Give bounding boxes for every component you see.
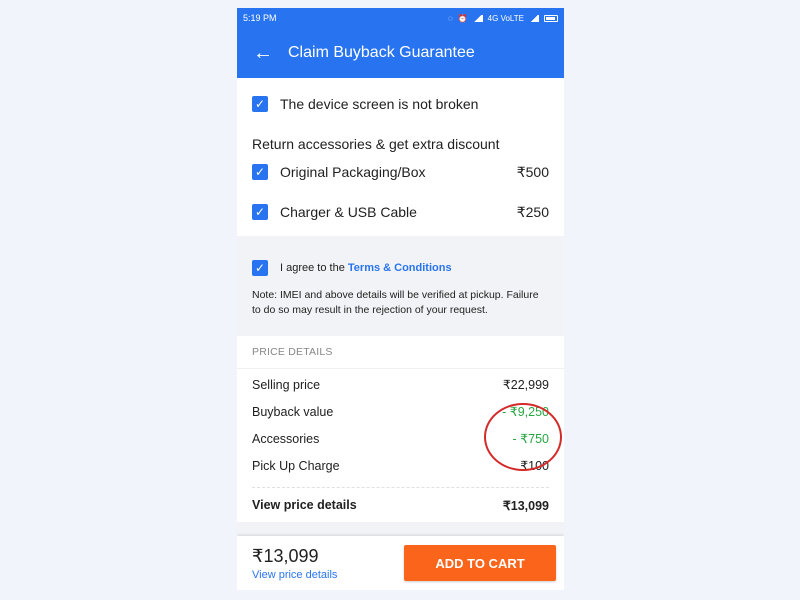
verification-note: Note: IMEI and above details will be ver… bbox=[252, 289, 539, 316]
signal-icon bbox=[472, 14, 483, 22]
price-row: Accessories - ₹750 bbox=[252, 425, 549, 452]
checkbox-checked-icon[interactable]: ✓ bbox=[252, 96, 268, 112]
sync-icon: ◌ bbox=[447, 13, 453, 23]
add-to-cart-button[interactable]: ADD TO CART bbox=[404, 545, 556, 581]
accessory-price: ₹250 bbox=[516, 203, 549, 220]
accessories-heading: Return accessories & get extra discount bbox=[252, 136, 500, 152]
price-value: ₹100 bbox=[520, 459, 549, 473]
total-row: View price details ₹13,099 bbox=[252, 488, 549, 522]
app-bar: ← Claim Buyback Guarantee bbox=[237, 28, 564, 78]
accessory-row-packaging[interactable]: ✓ Original Packaging/Box ₹500 bbox=[252, 152, 549, 192]
price-label: Accessories bbox=[252, 431, 320, 446]
price-details-card: PRICE DETAILS Selling price ₹22,999 Buyb… bbox=[237, 336, 564, 522]
checkbox-checked-icon[interactable]: ✓ bbox=[252, 260, 268, 276]
price-value: - ₹9,250 bbox=[502, 405, 549, 419]
view-price-details-link[interactable]: View price details bbox=[252, 569, 404, 581]
status-time: 5:19 PM bbox=[243, 13, 277, 23]
screen-check-row[interactable]: ✓ The device screen is not broken bbox=[252, 84, 549, 124]
status-bar: 5:19 PM ◌ ⏰ 4G VoLTE bbox=[237, 8, 564, 28]
page-title: Claim Buyback Guarantee bbox=[288, 44, 475, 61]
price-value: ₹22,999 bbox=[502, 378, 549, 392]
terms-link[interactable]: Terms & Conditions bbox=[348, 262, 452, 274]
price-details-heading: PRICE DETAILS bbox=[237, 336, 564, 369]
accessory-label: Original Packaging/Box bbox=[280, 164, 426, 180]
agreement-section: ✓ I agree to the Terms & Conditions Note… bbox=[237, 242, 564, 326]
battery-icon bbox=[544, 14, 558, 22]
footer-total-amount: ₹13,099 bbox=[252, 545, 319, 566]
accessory-price: ₹500 bbox=[516, 163, 549, 180]
accessory-label: Charger & USB Cable bbox=[280, 204, 417, 220]
conditions-card: ✓ The device screen is not broken Return… bbox=[237, 78, 564, 236]
total-label: View price details bbox=[252, 498, 357, 512]
screen-check-label: The device screen is not broken bbox=[280, 96, 479, 112]
alarm-icon: ⏰ bbox=[457, 13, 468, 23]
phone-screen: 5:19 PM ◌ ⏰ 4G VoLTE ← Claim Buyback Gua… bbox=[237, 8, 564, 590]
terms-row[interactable]: ✓ I agree to the Terms & Conditions bbox=[252, 254, 549, 282]
signal-strength-icon bbox=[529, 14, 539, 22]
price-rows: Selling price ₹22,999 Buyback value - ₹9… bbox=[237, 369, 564, 522]
price-row: Buyback value - ₹9,250 bbox=[252, 398, 549, 425]
checkbox-checked-icon[interactable]: ✓ bbox=[252, 164, 268, 180]
terms-text: I agree to the Terms & Conditions bbox=[280, 262, 452, 274]
price-label: Pick Up Charge bbox=[252, 458, 340, 473]
footer-total: ₹13,099 View price details bbox=[252, 546, 404, 581]
price-row: Selling price ₹22,999 bbox=[252, 371, 549, 398]
terms-prefix: I agree to the bbox=[280, 262, 345, 274]
price-row: Pick Up Charge ₹100 bbox=[252, 452, 549, 479]
network-type: 4G VoLTE bbox=[487, 13, 524, 23]
checkbox-checked-icon[interactable]: ✓ bbox=[252, 204, 268, 220]
status-icons: ◌ ⏰ 4G VoLTE bbox=[448, 14, 558, 23]
accessory-row-charger[interactable]: ✓ Charger & USB Cable ₹250 bbox=[252, 192, 549, 232]
total-value: ₹13,099 bbox=[502, 498, 549, 513]
price-label: Selling price bbox=[252, 377, 321, 392]
bottom-bar: ₹13,099 View price details ADD TO CART bbox=[237, 536, 564, 590]
arrow-left-icon[interactable]: ← bbox=[253, 43, 273, 63]
price-value: - ₹750 bbox=[512, 432, 549, 446]
price-label: Buyback value bbox=[252, 404, 334, 419]
